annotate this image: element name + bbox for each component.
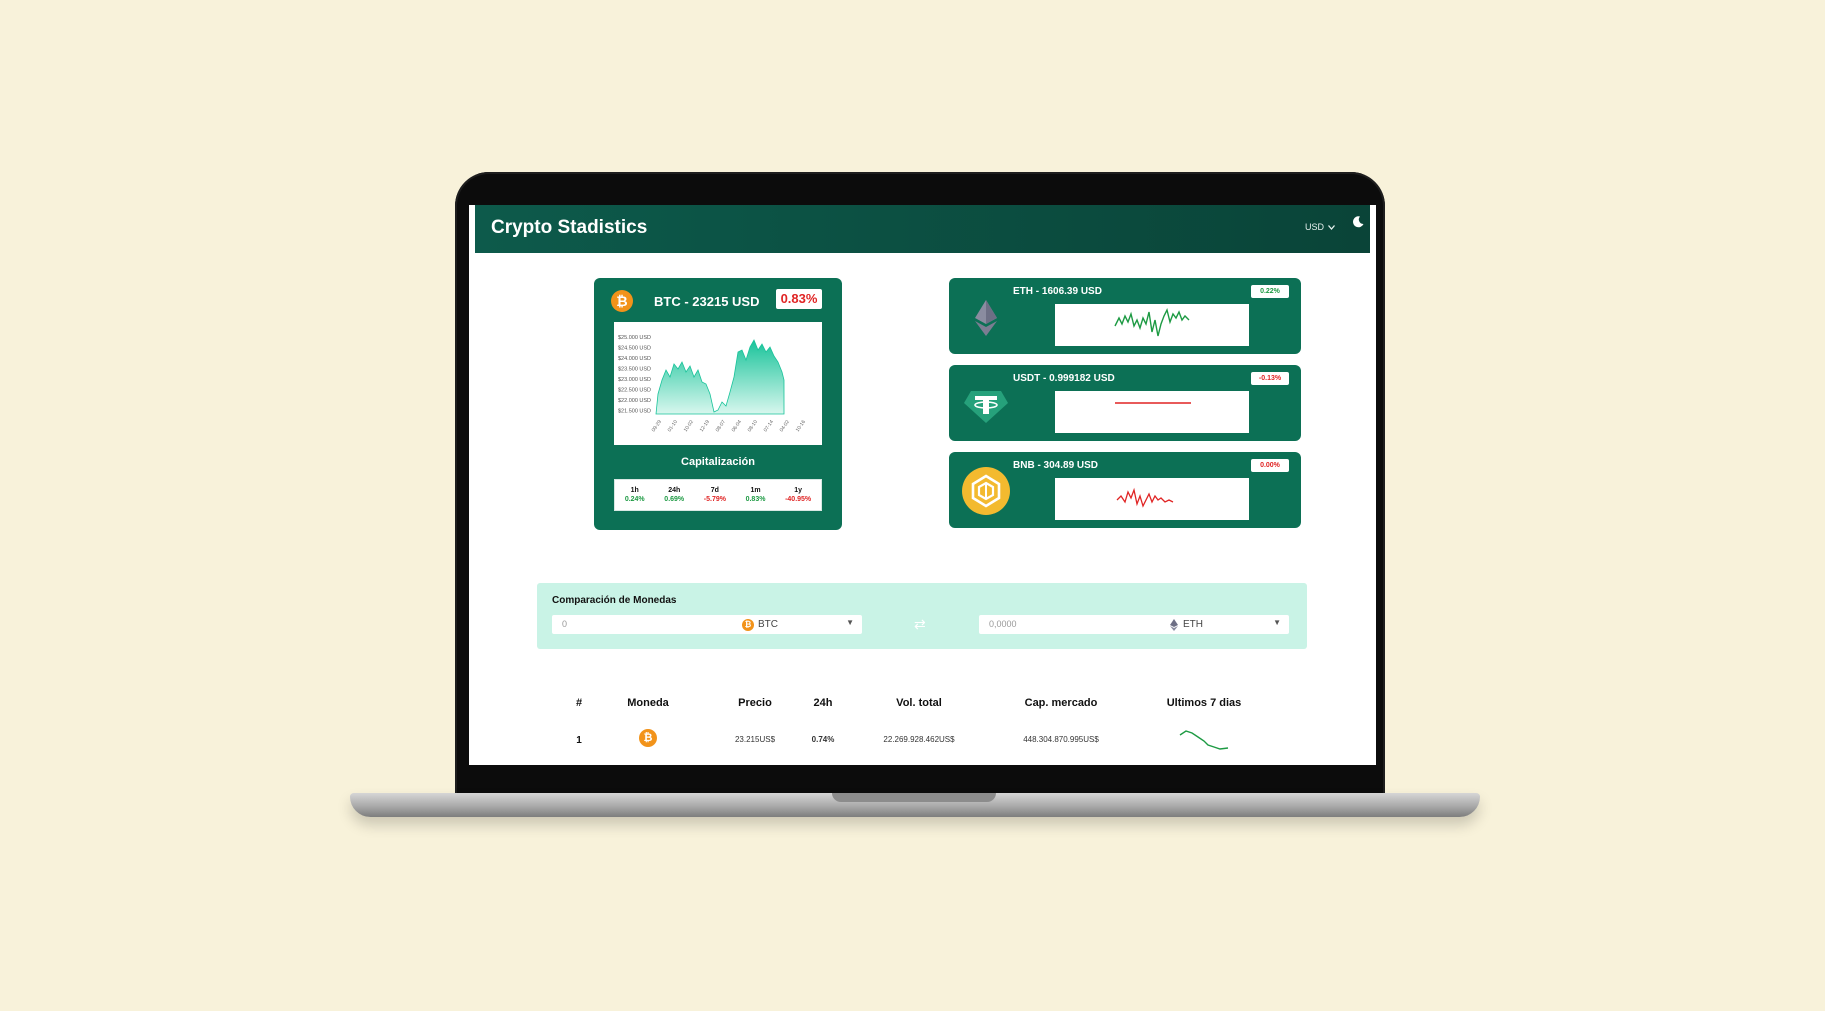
capitalizacion-title: Capitalización <box>681 456 755 468</box>
svg-text:09-29: 09-29 <box>651 419 663 433</box>
svg-text:04-02: 04-02 <box>779 419 791 433</box>
row-market-cap: 448.304.870.995US$ <box>1023 735 1099 744</box>
ethereum-icon <box>1170 618 1178 631</box>
y-tick-label: $21.500 USD <box>618 409 651 415</box>
y-tick-label: $24.500 USD <box>618 346 651 352</box>
y-tick-label: $25.000 USD <box>618 335 651 341</box>
col-header-24h: 24h <box>813 697 833 709</box>
svg-text:12-19: 12-19 <box>699 419 711 433</box>
usdt-title: USDT - 0.999182 USD <box>1013 373 1115 384</box>
bnb-sparkline <box>1055 478 1249 520</box>
y-tick-label: $23.000 USD <box>618 377 651 383</box>
app-header: Crypto Stadistics USD <box>475 205 1370 253</box>
usdt-card[interactable]: USDT - 0.999182 USD -0.13% <box>949 365 1301 441</box>
from-coin-label: BTC <box>758 619 778 630</box>
row-price: 23.215US$ <box>734 735 776 744</box>
bnb-change-badge: 0.00% <box>1251 459 1289 472</box>
tether-icon <box>964 391 1008 423</box>
laptop-notch <box>832 793 996 802</box>
row-change-24h: 0.74% <box>811 735 835 744</box>
svg-text:08-07: 08-07 <box>715 419 727 433</box>
col-header-rank: # <box>575 697 583 709</box>
currency-select[interactable]: USD <box>1305 222 1336 232</box>
bnb-title: BNB - 304.89 USD <box>1013 460 1099 471</box>
svg-text:08-10: 08-10 <box>747 419 759 433</box>
cap-col-1y: 1y -40.95% <box>785 487 812 503</box>
cap-col-7d: 7d -5.79% <box>703 487 726 503</box>
eth-title: ETH - 1606.39 USD <box>1013 286 1102 297</box>
col-header-volumen: Vol. total <box>896 697 942 709</box>
converter-from-input[interactable]: 0 <box>562 619 567 629</box>
svg-text:07-14: 07-14 <box>763 419 775 433</box>
btc-price-chart: $25.000 USD $24.500 USD $24.000 USD $23.… <box>614 322 822 445</box>
bitcoin-icon: ₿ <box>742 618 754 631</box>
cap-col-1m: 1m 0.83% <box>745 487 766 503</box>
to-coin-label: ETH <box>1183 619 1203 630</box>
converter-title: Comparación de Monedas <box>552 595 677 606</box>
swap-icon[interactable]: ⇄ <box>914 616 926 633</box>
usdt-change-badge: -0.13% <box>1251 372 1289 385</box>
y-tick-label: $22.500 USD <box>618 388 651 394</box>
coin-converter: Comparación de Monedas 0 ₿ BTC ▼ ⇄ 0,000… <box>537 583 1307 649</box>
bnb-card[interactable]: BNB - 304.89 USD 0.00% <box>949 452 1301 528</box>
svg-text:06-04: 06-04 <box>731 419 743 433</box>
col-header-cap-mercado: Cap. mercado <box>1024 697 1098 709</box>
converter-to-input[interactable]: 0,0000 <box>989 619 1017 629</box>
eth-card[interactable]: ETH - 1606.39 USD 0.22% <box>949 278 1301 354</box>
col-header-precio: Precio <box>738 697 772 709</box>
cap-col-24h: 24h 0.69% <box>664 487 685 503</box>
y-tick-label: $22.000 USD <box>618 398 651 404</box>
converter-to-field: 0,0000 ETH ▼ <box>979 615 1289 634</box>
eth-sparkline-line <box>1114 307 1190 337</box>
bitcoin-icon: ₿ <box>639 729 657 747</box>
cap-col-1h: 1h 0.24% <box>624 487 645 503</box>
btc-card-title: BTC - 23215 USD <box>654 294 760 309</box>
currency-label: USD <box>1305 222 1325 232</box>
binance-icon <box>962 467 1010 515</box>
row-rank: 1 <box>576 735 582 746</box>
svg-text:10-16: 10-16 <box>795 419 807 433</box>
app-screen: Crypto Stadistics USD ₿ BTC - 23215 USD … <box>469 205 1376 765</box>
bitcoin-icon: ₿ <box>611 290 633 312</box>
y-tick-label: $24.000 USD <box>618 356 651 362</box>
col-header-ultimos-7-dias: Ultimos 7 dias <box>1166 697 1242 709</box>
converter-from-field: 0 ₿ BTC ▼ <box>552 615 862 634</box>
converter-from-select[interactable]: ₿ BTC ▼ <box>742 618 854 631</box>
bnb-sparkline-line <box>1116 487 1174 508</box>
btc-change-badge: 0.83% <box>776 289 822 309</box>
ethereum-icon <box>975 300 997 336</box>
chevron-down-icon <box>1328 224 1336 230</box>
converter-to-select[interactable]: ETH ▼ <box>1169 618 1281 631</box>
btc-chart-svg: $25.000 USD $24.500 USD $24.000 USD $23.… <box>618 335 807 433</box>
svg-text:10-02: 10-02 <box>683 419 695 433</box>
moon-icon[interactable] <box>1351 215 1365 229</box>
usdt-sparkline <box>1055 391 1249 433</box>
y-tick-label: $23.500 USD <box>618 367 651 373</box>
dropdown-arrow-icon: ▼ <box>846 618 854 627</box>
eth-sparkline <box>1055 304 1249 346</box>
app-title: Crypto Stadistics <box>491 217 648 238</box>
svg-text:01-10: 01-10 <box>667 419 679 433</box>
capitalizacion-table: 1h 0.24% 24h 0.69% 7d -5.79% 1m 0.83% 1y… <box>614 479 822 511</box>
row-volume: 22.269.928.462US$ <box>883 735 955 744</box>
col-header-moneda: Moneda <box>627 697 669 709</box>
eth-change-badge: 0.22% <box>1251 285 1289 298</box>
btc-card[interactable]: ₿ BTC - 23215 USD 0.83% $25.000 USD $24.… <box>594 278 842 530</box>
dropdown-arrow-icon: ▼ <box>1273 618 1281 627</box>
row-sparkline-7d <box>1179 730 1229 750</box>
btc-area <box>655 339 785 415</box>
